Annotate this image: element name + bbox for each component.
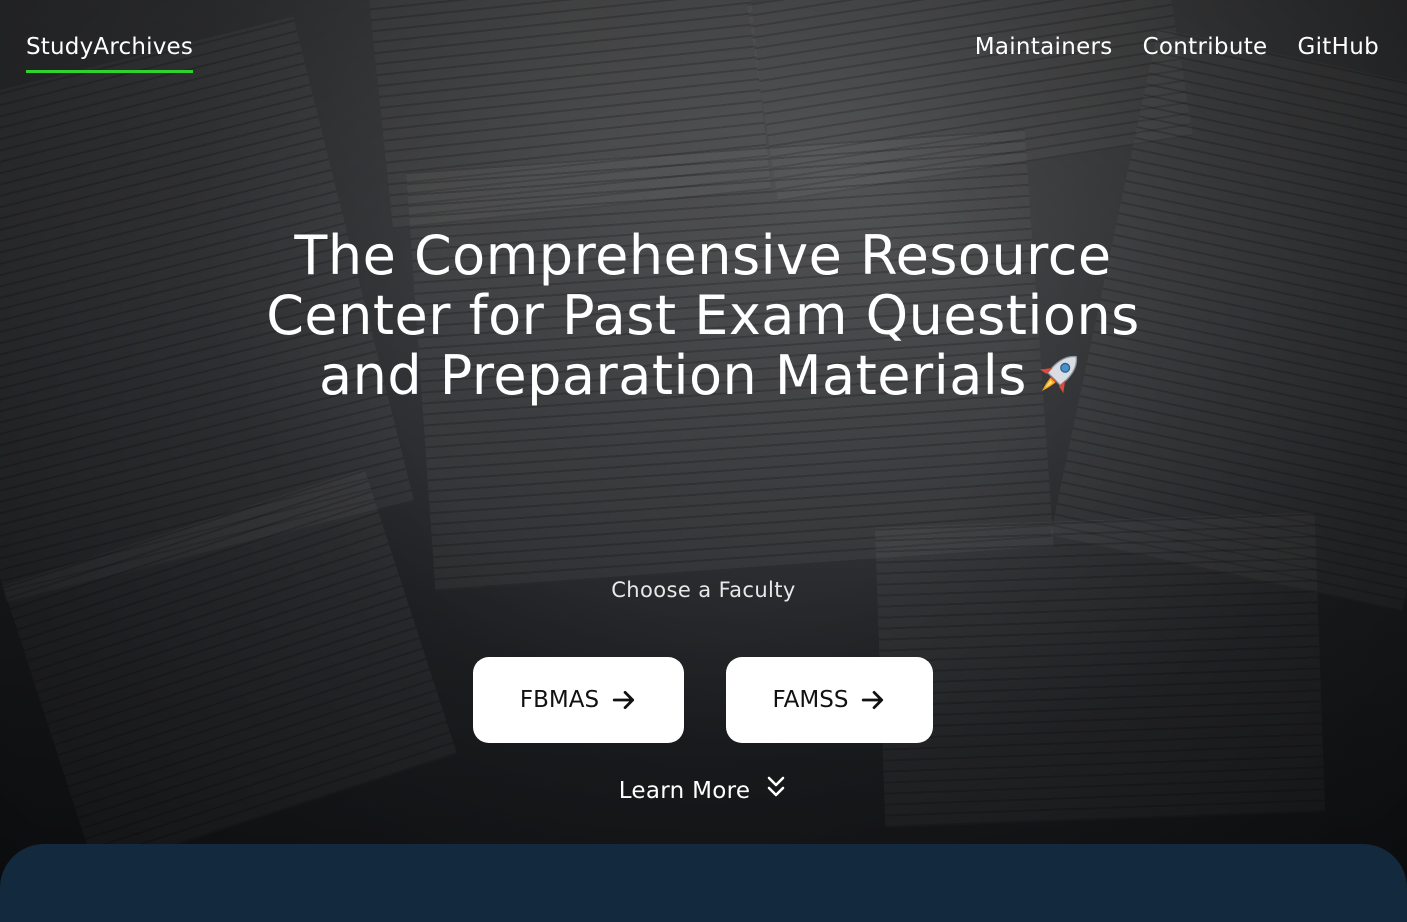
nav-links: Maintainers Contribute GitHub — [975, 34, 1379, 60]
rocket-icon — [1039, 355, 1077, 394]
hero-title: The Comprehensive Resource Center for Pa… — [253, 226, 1153, 406]
logo-link[interactable]: StudyArchives — [26, 34, 194, 73]
chevrons-down-icon — [768, 776, 785, 797]
nav-link-github[interactable]: GitHub — [1297, 34, 1379, 60]
faculty-buttons: FBMAS FAMSS — [473, 657, 933, 743]
nav-link-maintainers[interactable]: Maintainers — [975, 34, 1113, 60]
learn-more-link[interactable]: Learn More — [0, 776, 1407, 804]
faculty-button-label: FAMSS — [772, 687, 849, 713]
hero-title-text: The Comprehensive Resource Center for Pa… — [266, 224, 1140, 407]
learn-more-label: Learn More — [618, 778, 751, 804]
faculty-button-fbmas[interactable]: FBMAS — [473, 657, 684, 743]
arrow-right-icon — [612, 691, 635, 709]
faculty-button-label: FBMAS — [519, 687, 600, 713]
page: StudyArchives Maintainers Contribute Git… — [0, 0, 1407, 922]
top-navigation: StudyArchives Maintainers Contribute Git… — [0, 0, 1407, 90]
nav-link-contribute[interactable]: Contribute — [1143, 34, 1268, 60]
next-section — [0, 844, 1407, 922]
faculty-prompt: Choose a Faculty — [611, 578, 796, 602]
arrow-right-icon — [862, 691, 884, 709]
faculty-button-famss[interactable]: FAMSS — [726, 657, 933, 743]
